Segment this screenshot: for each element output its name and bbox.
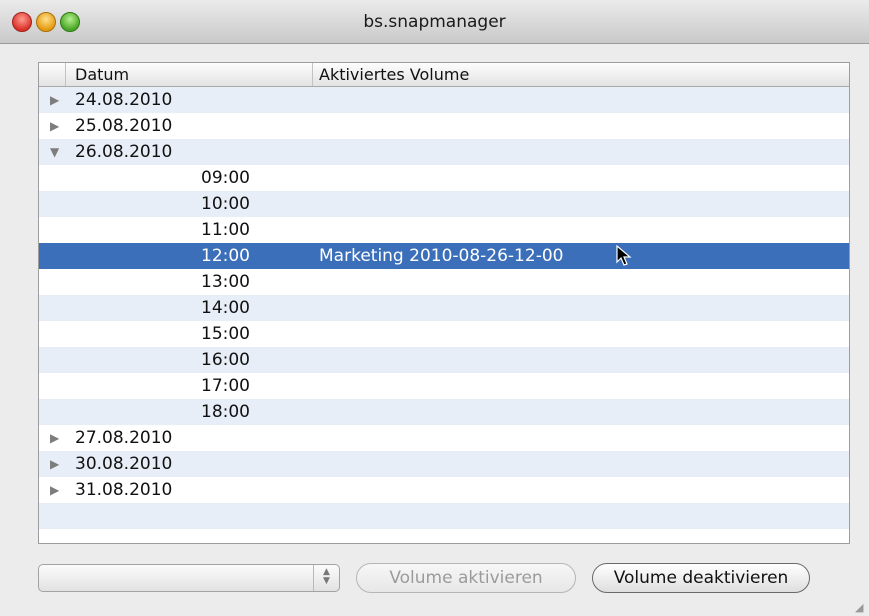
deactivate-volume-button[interactable]: Volume deaktivieren (592, 563, 810, 593)
time-row[interactable]: 12:00 Marketing 2010-08-26-12-00 (39, 243, 849, 269)
disclosure-triangle-right-icon[interactable]: ▶ (50, 425, 59, 451)
time-label: 15:00 (201, 324, 250, 344)
time-row[interactable]: 17:00 (39, 373, 849, 399)
date-label: 24.08.2010 (75, 90, 173, 110)
date-row[interactable]: ▶ 27.08.2010 (39, 425, 849, 451)
time-label: 14:00 (201, 298, 250, 318)
activated-volume-label: Marketing 2010-08-26-12-00 (319, 246, 564, 266)
time-row[interactable]: 11:00 (39, 217, 849, 243)
header-disclosure-column[interactable] (39, 63, 66, 86)
disclosure-triangle-down-icon[interactable]: ▼ (50, 139, 59, 165)
date-label: 30.08.2010 (75, 454, 173, 474)
window-title: bs.snapmanager (363, 12, 506, 32)
date-row[interactable]: ▶ 25.08.2010 (39, 113, 849, 139)
time-label: 17:00 (201, 376, 250, 396)
snapshot-table[interactable]: Datum Aktiviertes Volume ▶ 24.08.2010 ▶ 25.… (38, 62, 850, 544)
disclosure-triangle-right-icon[interactable]: ▶ (50, 477, 59, 503)
date-row[interactable]: ▼ 26.08.2010 (39, 139, 849, 165)
empty-row (39, 503, 849, 529)
time-label: 10:00 (201, 194, 250, 214)
activate-volume-button[interactable]: Volume aktivieren (356, 563, 576, 593)
date-label: 27.08.2010 (75, 428, 173, 448)
time-row[interactable]: 09:00 (39, 165, 849, 191)
popup-arrows-icon: ▲ ▼ (313, 565, 339, 591)
time-label: 11:00 (201, 220, 250, 240)
time-row[interactable]: 15:00 (39, 321, 849, 347)
app-window: bs.snapmanager Datum Aktiviertes Volume … (0, 0, 869, 616)
time-row[interactable]: 13:00 (39, 269, 849, 295)
title-bar[interactable]: bs.snapmanager (0, 0, 869, 44)
date-label: 31.08.2010 (75, 480, 173, 500)
header-datum[interactable]: Datum (66, 63, 313, 86)
time-label: 13:00 (201, 272, 250, 292)
volume-popup-button[interactable]: ▲ ▼ (38, 564, 340, 592)
mouse-pointer-icon (616, 245, 632, 266)
time-row[interactable]: 18:00 (39, 399, 849, 425)
empty-row (39, 529, 849, 543)
disclosure-triangle-right-icon[interactable]: ▶ (50, 87, 59, 113)
date-row[interactable]: ▶ 24.08.2010 (39, 87, 849, 113)
time-row[interactable]: 16:00 (39, 347, 849, 373)
time-label: 12:00 (201, 246, 250, 266)
date-row[interactable]: ▶ 31.08.2010 (39, 477, 849, 503)
table-body: ▶ 24.08.2010 ▶ 25.08.2010 ▼ 26.08.2010 09:00 10… (39, 87, 849, 543)
time-row[interactable]: 14:00 (39, 295, 849, 321)
time-label: 16:00 (201, 350, 250, 370)
time-row[interactable]: 10:00 (39, 191, 849, 217)
date-row[interactable]: ▶ 30.08.2010 (39, 451, 849, 477)
table-header: Datum Aktiviertes Volume (39, 63, 849, 87)
header-aktiviertes-volume[interactable]: Aktiviertes Volume (313, 63, 849, 86)
date-label: 26.08.2010 (75, 142, 173, 162)
date-label: 25.08.2010 (75, 116, 173, 136)
time-label: 09:00 (201, 168, 250, 188)
resize-grip-icon[interactable]: ◢ (855, 602, 867, 614)
disclosure-triangle-right-icon[interactable]: ▶ (50, 113, 59, 139)
disclosure-triangle-right-icon[interactable]: ▶ (50, 451, 59, 477)
bottom-controls: ▲ ▼ Volume aktivieren Volume deaktivieren (0, 544, 869, 616)
time-label: 18:00 (201, 402, 250, 422)
